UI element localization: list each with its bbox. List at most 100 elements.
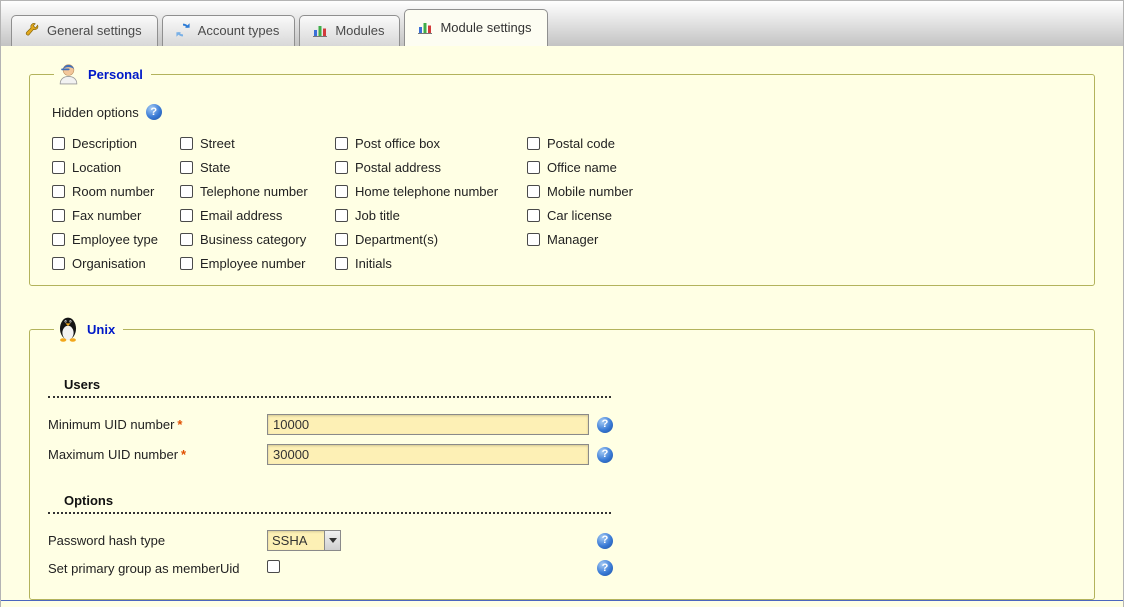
- checkbox-label: Car license: [547, 208, 612, 223]
- field-label-text: Minimum UID number: [48, 417, 174, 432]
- personal-legend: Personal: [54, 60, 151, 88]
- checkbox-home-telephone-number[interactable]: Home telephone number: [335, 184, 527, 199]
- checkbox-label: Home telephone number: [355, 184, 498, 199]
- password-hash-row: Password hash type SSHA ?: [48, 530, 1076, 551]
- checkbox-label: Organisation: [72, 256, 146, 271]
- checkbox-postal-address[interactable]: Postal address: [335, 160, 527, 175]
- checkbox[interactable]: [335, 209, 348, 222]
- checkbox-fax-number[interactable]: Fax number: [52, 208, 180, 223]
- checkbox[interactable]: [52, 137, 65, 150]
- checkbox[interactable]: [335, 233, 348, 246]
- help-icon[interactable]: ?: [146, 104, 162, 120]
- refresh-icon: [175, 22, 191, 38]
- tab-general-settings[interactable]: General settings: [11, 15, 158, 46]
- tab-module-settings[interactable]: Module settings: [404, 9, 547, 46]
- password-hash-control: SSHA: [267, 530, 597, 551]
- checkbox-post-office-box[interactable]: Post office box: [335, 136, 527, 151]
- checkbox[interactable]: [527, 185, 540, 198]
- checkbox-initials[interactable]: Initials: [335, 256, 527, 271]
- checkbox[interactable]: [180, 209, 193, 222]
- checkbox-label: Mobile number: [547, 184, 633, 199]
- personal-section: Personal Hidden options ? Description St…: [29, 60, 1095, 286]
- checkbox[interactable]: [527, 209, 540, 222]
- checkbox[interactable]: [52, 209, 65, 222]
- checkbox[interactable]: [180, 233, 193, 246]
- checkbox[interactable]: [52, 185, 65, 198]
- help-icon[interactable]: ?: [597, 533, 613, 549]
- tab-modules[interactable]: Modules: [299, 15, 400, 46]
- checkbox[interactable]: [527, 137, 540, 150]
- checkbox[interactable]: [52, 233, 65, 246]
- checkbox-mobile-number[interactable]: Mobile number: [527, 184, 1076, 199]
- checkbox[interactable]: [180, 257, 193, 270]
- checkbox-office-name[interactable]: Office name: [527, 160, 1076, 175]
- footer-divider: [1, 600, 1123, 601]
- maximum-uid-input[interactable]: [267, 444, 589, 465]
- checkbox[interactable]: [52, 257, 65, 270]
- checkbox-location[interactable]: Location: [52, 160, 180, 175]
- checkbox[interactable]: [180, 137, 193, 150]
- minimum-uid-label: Minimum UID number*: [48, 417, 267, 432]
- checkbox-email-address[interactable]: Email address: [180, 208, 335, 223]
- checkbox[interactable]: [335, 161, 348, 174]
- checkbox-business-category[interactable]: Business category: [180, 232, 335, 247]
- checkbox-label: Office name: [547, 160, 617, 175]
- checkbox-label: Telephone number: [200, 184, 308, 199]
- chevron-down-icon: [329, 538, 337, 543]
- minimum-uid-input[interactable]: [267, 414, 589, 435]
- checkbox-label: Employee number: [200, 256, 306, 271]
- checkbox-description[interactable]: Description: [52, 136, 180, 151]
- checkbox-employee-number[interactable]: Employee number: [180, 256, 335, 271]
- checkbox[interactable]: [180, 185, 193, 198]
- checkbox[interactable]: [335, 257, 348, 270]
- checkbox-label: Initials: [355, 256, 392, 271]
- tab-account-types[interactable]: Account types: [162, 15, 296, 46]
- checkbox-label: Employee type: [72, 232, 158, 247]
- required-marker: *: [177, 417, 182, 432]
- dropdown-button[interactable]: [324, 531, 340, 550]
- checkbox-label: Post office box: [355, 136, 440, 151]
- lam-configuration-page: General settings Account types: [0, 0, 1124, 607]
- checkbox[interactable]: [527, 233, 540, 246]
- checkbox[interactable]: [527, 161, 540, 174]
- checkbox[interactable]: [52, 161, 65, 174]
- bar-chart-icon: [312, 22, 328, 38]
- checkbox-state[interactable]: State: [180, 160, 335, 175]
- tab-label: General settings: [47, 23, 142, 38]
- unix-legend-label: Unix: [87, 322, 115, 337]
- personal-legend-label: Personal: [88, 67, 143, 82]
- help-icon[interactable]: ?: [597, 447, 613, 463]
- settings-tabbar: General settings Account types: [1, 1, 1123, 46]
- selected-option: SSHA: [268, 531, 324, 550]
- checkbox-label: Postal code: [547, 136, 615, 151]
- member-uid-control: [267, 560, 597, 576]
- checkbox-telephone-number[interactable]: Telephone number: [180, 184, 335, 199]
- help-icon[interactable]: ?: [597, 560, 613, 576]
- checkbox-postal-code[interactable]: Postal code: [527, 136, 1076, 151]
- options-section-title: Options: [48, 491, 611, 514]
- checkbox-departments[interactable]: Department(s): [335, 232, 527, 247]
- checkbox-label: Room number: [72, 184, 154, 199]
- hidden-options-row: Hidden options ?: [52, 104, 1076, 120]
- tab-label: Modules: [335, 23, 384, 38]
- required-marker: *: [181, 447, 186, 462]
- checkbox-organisation[interactable]: Organisation: [52, 256, 180, 271]
- checkbox-manager[interactable]: Manager: [527, 232, 1076, 247]
- password-hash-select[interactable]: SSHA: [267, 530, 341, 551]
- member-uid-checkbox[interactable]: [267, 560, 280, 573]
- maximum-uid-label: Maximum UID number*: [48, 447, 267, 462]
- checkbox[interactable]: [335, 137, 348, 150]
- checkbox-label: Email address: [200, 208, 282, 223]
- checkbox-room-number[interactable]: Room number: [52, 184, 180, 199]
- checkbox[interactable]: [180, 161, 193, 174]
- checkbox[interactable]: [335, 185, 348, 198]
- checkbox-job-title[interactable]: Job title: [335, 208, 527, 223]
- help-icon[interactable]: ?: [597, 417, 613, 433]
- hidden-options-checkbox-grid: Description Street Post office box Posta…: [52, 136, 1076, 271]
- checkbox-car-license[interactable]: Car license: [527, 208, 1076, 223]
- checkbox-street[interactable]: Street: [180, 136, 335, 151]
- checkbox-label: Postal address: [355, 160, 441, 175]
- bar-chart-icon: [417, 19, 433, 35]
- checkbox-employee-type[interactable]: Employee type: [52, 232, 180, 247]
- member-uid-row: Set primary group as memberUid ?: [48, 560, 1076, 576]
